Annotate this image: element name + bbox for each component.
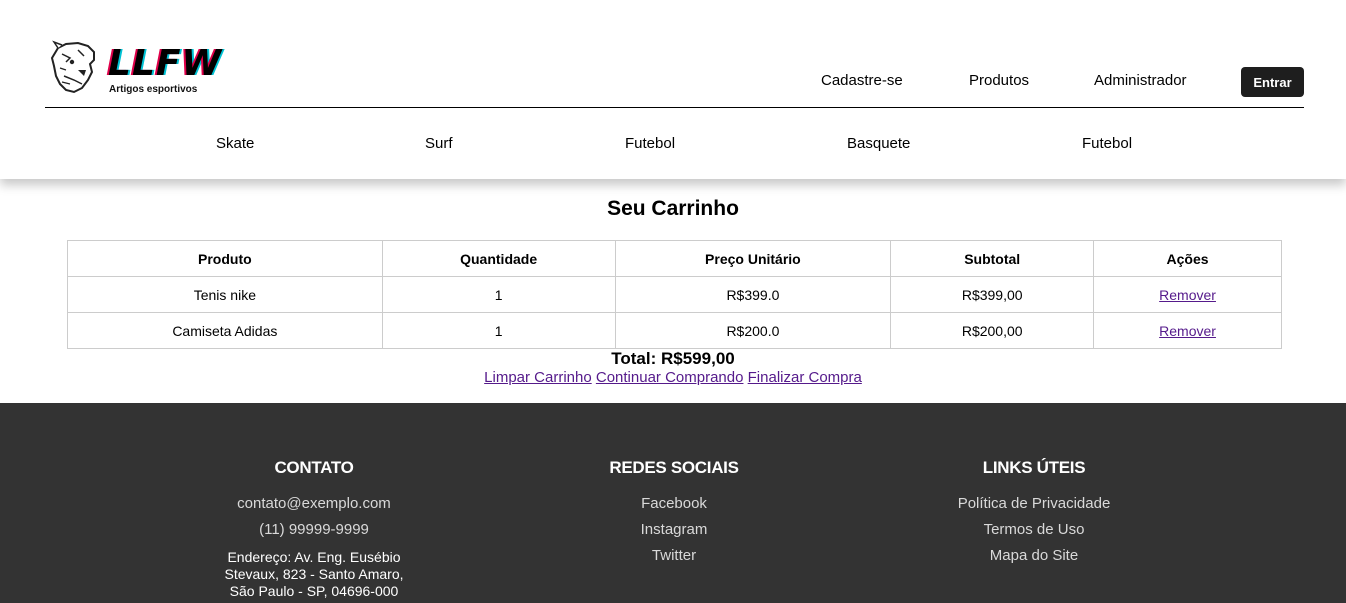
footer-link-sitemap[interactable]: Mapa do Site: [904, 543, 1164, 569]
brand-tagline: Artigos esportivos: [109, 84, 198, 95]
cell-subtotal: R$200,00: [890, 312, 1095, 349]
cell-unit-price: R$200.0: [614, 312, 892, 349]
footer-address-line: São Paulo - SP, 04696-000: [229, 583, 399, 599]
footer-link-instagram[interactable]: Instagram: [544, 517, 804, 543]
category-surf[interactable]: Surf: [425, 135, 453, 152]
nav-link-products[interactable]: Produtos: [969, 72, 1029, 89]
cart-title: Seu Carrinho: [607, 197, 739, 220]
brand-logo[interactable]: LLFW Artigos esportivos: [48, 40, 221, 100]
cell-quantity: 1: [381, 312, 616, 349]
tiger-mascot-icon: [50, 40, 95, 94]
category-futebol[interactable]: Futebol: [625, 135, 675, 152]
cart-total: Total: R$599,00: [611, 349, 735, 368]
cell-quantity: 1: [381, 276, 616, 313]
table-header-row: Produto Quantidade Preço Unitário Subtot…: [67, 240, 1282, 277]
footer-contact-column: CONTATO contato@exemplo.com (11) 99999-9…: [184, 458, 444, 600]
footer-link-twitter[interactable]: Twitter: [544, 543, 804, 569]
cart-actions: Limpar Carrinho Continuar Comprando Fina…: [0, 369, 1346, 386]
column-header-unit-price: Preço Unitário: [614, 240, 892, 277]
login-button[interactable]: Entrar: [1241, 67, 1304, 97]
continue-shopping-link[interactable]: Continuar Comprando: [596, 369, 744, 386]
footer-link-terms[interactable]: Termos de Uso: [904, 517, 1164, 543]
nav-link-admin[interactable]: Administrador: [1094, 72, 1187, 89]
cell-unit-price: R$399.0: [614, 276, 892, 313]
remove-item-link[interactable]: Remover: [1159, 287, 1216, 303]
table-row: Tenis nike 1 R$399.0 R$399,00 Remover: [67, 276, 1282, 313]
brand-name: LLFW: [108, 43, 223, 84]
cell-actions: Remover: [1093, 276, 1282, 313]
cart-table: Produto Quantidade Preço Unitário Subtot…: [67, 240, 1282, 349]
footer-email-link[interactable]: contato@exemplo.com: [184, 491, 444, 517]
footer-useful-links-column: LINKS ÚTEIS Política de Privacidade Term…: [904, 458, 1164, 569]
cell-subtotal: R$399,00: [890, 276, 1095, 313]
site-footer: CONTATO contato@exemplo.com (11) 99999-9…: [0, 403, 1346, 603]
footer-contact-heading: CONTATO: [274, 458, 354, 477]
footer-useful-heading: LINKS ÚTEIS: [982, 458, 1086, 477]
remove-item-link[interactable]: Remover: [1159, 323, 1216, 339]
category-skate[interactable]: Skate: [216, 135, 254, 152]
cell-actions: Remover: [1093, 312, 1282, 349]
footer-phone-link[interactable]: (11) 99999-9999: [184, 517, 444, 543]
footer-social-column: REDES SOCIAIS Facebook Instagram Twitter: [544, 458, 804, 569]
category-futebol-2[interactable]: Futebol: [1082, 135, 1132, 152]
footer-social-heading: REDES SOCIAIS: [609, 458, 739, 477]
table-row: Camiseta Adidas 1 R$200.0 R$200,00 Remov…: [67, 312, 1282, 349]
cell-product: Tenis nike: [67, 276, 383, 313]
column-header-product: Produto: [67, 240, 383, 277]
clear-cart-link[interactable]: Limpar Carrinho: [484, 369, 592, 386]
column-header-subtotal: Subtotal: [890, 240, 1095, 277]
header-divider: [45, 107, 1304, 108]
footer-link-privacy[interactable]: Política de Privacidade: [904, 491, 1164, 517]
column-header-quantity: Quantidade: [381, 240, 616, 277]
column-header-actions: Ações: [1093, 240, 1282, 277]
cell-product: Camiseta Adidas: [67, 312, 383, 349]
category-basquete[interactable]: Basquete: [847, 135, 910, 152]
site-header: LLFW Artigos esportivos Cadastre-se Prod…: [0, 0, 1346, 179]
footer-link-facebook[interactable]: Facebook: [544, 491, 804, 517]
footer-address-line: Endereço: Av. Eng. Eusébio: [227, 549, 401, 565]
nav-link-signup[interactable]: Cadastre-se: [821, 72, 903, 89]
checkout-link[interactable]: Finalizar Compra: [748, 369, 862, 386]
footer-address-line: Stevaux, 823 - Santo Amaro,: [224, 566, 404, 582]
